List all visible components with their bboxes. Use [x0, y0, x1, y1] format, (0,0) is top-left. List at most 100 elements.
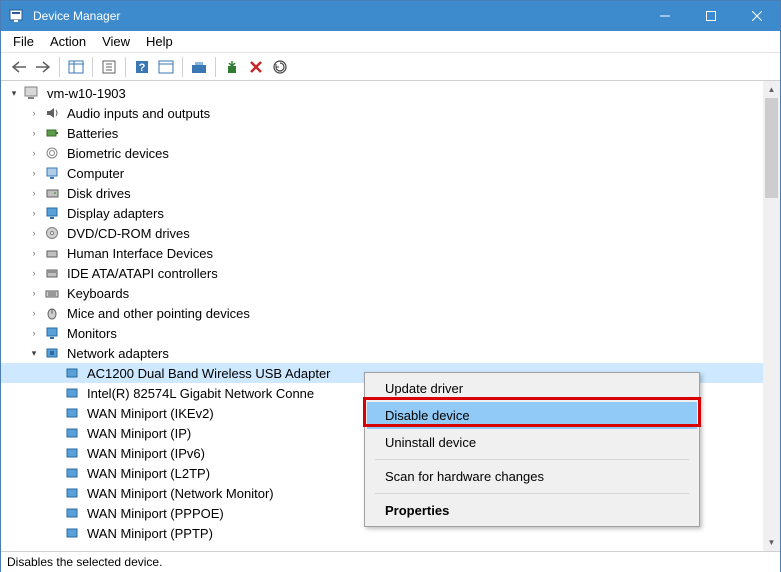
adapter-icon — [63, 505, 81, 521]
chevron-right-icon[interactable]: › — [27, 208, 41, 218]
ctx-properties[interactable]: Properties — [367, 497, 697, 524]
tree-category-audio[interactable]: › Audio inputs and outputs — [1, 103, 763, 123]
tree-label: Mice and other pointing devices — [65, 305, 252, 322]
tree-label: Network adapters — [65, 345, 171, 362]
menubar: File Action View Help — [1, 31, 780, 53]
ctx-separator — [375, 459, 689, 460]
tree-label: Intel(R) 82574L Gigabit Network Conne — [85, 385, 316, 402]
properties-button[interactable] — [97, 55, 121, 79]
adapter-icon — [63, 425, 81, 441]
chevron-right-icon[interactable]: › — [27, 228, 41, 238]
tree-label: Computer — [65, 165, 126, 182]
tree-label: WAN Miniport (PPTP) — [85, 525, 215, 542]
context-menu: Update driver Disable device Uninstall d… — [364, 372, 700, 527]
chevron-right-icon[interactable]: › — [27, 148, 41, 158]
disk-icon — [43, 185, 61, 201]
scan-button[interactable] — [154, 55, 178, 79]
tree-label: DVD/CD-ROM drives — [65, 225, 192, 242]
tree-category-batteries[interactable]: › Batteries — [1, 123, 763, 143]
adapter-icon — [63, 365, 81, 381]
mouse-icon — [43, 305, 61, 321]
chevron-down-icon[interactable]: ▾ — [7, 88, 21, 99]
hid-icon — [43, 245, 61, 261]
adapter-icon — [63, 465, 81, 481]
scroll-up-icon[interactable]: ▲ — [763, 81, 780, 98]
tree-category-keyboards[interactable]: › Keyboards — [1, 283, 763, 303]
toolbar-separator — [92, 57, 93, 77]
tree-label: AC1200 Dual Band Wireless USB Adapter — [85, 365, 333, 382]
tree-category-dvd[interactable]: › DVD/CD-ROM drives — [1, 223, 763, 243]
tree-label: Biometric devices — [65, 145, 171, 162]
help-button[interactable]: ? — [130, 55, 154, 79]
scroll-thumb[interactable] — [765, 98, 778, 198]
tree-category-computer[interactable]: › Computer — [1, 163, 763, 183]
enable-device-button[interactable] — [220, 55, 244, 79]
scroll-down-icon[interactable]: ▼ — [763, 534, 780, 551]
adapter-icon — [63, 385, 81, 401]
computer-icon — [23, 85, 41, 101]
chevron-right-icon[interactable]: › — [27, 188, 41, 198]
tree-label: Batteries — [65, 125, 120, 142]
tree-label: WAN Miniport (Network Monitor) — [85, 485, 276, 502]
ctx-scan-hardware[interactable]: Scan for hardware changes — [367, 463, 697, 490]
tree-label: Disk drives — [65, 185, 133, 202]
show-hide-tree-button[interactable] — [64, 55, 88, 79]
back-button[interactable] — [7, 55, 31, 79]
status-text: Disables the selected device. — [7, 555, 162, 569]
tree-root[interactable]: ▾ vm-w10-1903 — [1, 83, 763, 103]
display-icon — [43, 325, 61, 341]
chevron-right-icon[interactable]: › — [27, 328, 41, 338]
chevron-right-icon[interactable]: › — [27, 248, 41, 258]
tree-label: Keyboards — [65, 285, 131, 302]
tree-label: WAN Miniport (IP) — [85, 425, 193, 442]
tree-label: WAN Miniport (IPv6) — [85, 445, 207, 462]
menu-action[interactable]: Action — [42, 32, 94, 51]
svg-text:?: ? — [139, 62, 146, 74]
tree-label: Monitors — [65, 325, 119, 342]
scan-hardware-button[interactable] — [268, 55, 292, 79]
titlebar: Device Manager — [1, 1, 780, 31]
tree-label: Display adapters — [65, 205, 166, 222]
chevron-right-icon[interactable]: › — [27, 108, 41, 118]
uninstall-device-button[interactable] — [244, 55, 268, 79]
tree-label: WAN Miniport (IKEv2) — [85, 405, 216, 422]
speaker-icon — [43, 105, 61, 121]
tree-category-ide[interactable]: ›IDE ATA/ATAPI controllers — [1, 263, 763, 283]
tree-category-hid[interactable]: › Human Interface Devices — [1, 243, 763, 263]
tree-label: WAN Miniport (L2TP) — [85, 465, 212, 482]
adapter-icon — [63, 405, 81, 421]
toolbar-separator — [215, 57, 216, 77]
menu-file[interactable]: File — [5, 32, 42, 51]
maximize-button[interactable] — [688, 1, 734, 31]
tree-category-disk[interactable]: › Disk drives — [1, 183, 763, 203]
battery-icon — [43, 125, 61, 141]
fingerprint-icon — [43, 145, 61, 161]
ctx-disable-device[interactable]: Disable device — [367, 402, 697, 429]
chevron-right-icon[interactable]: › — [27, 288, 41, 298]
update-driver-button[interactable] — [187, 55, 211, 79]
tree-category-display[interactable]: › Display adapters — [1, 203, 763, 223]
tree-category-network[interactable]: ▾ Network adapters — [1, 343, 763, 363]
tree-label: Audio inputs and outputs — [65, 105, 212, 122]
close-button[interactable] — [734, 1, 780, 31]
pc-icon — [43, 165, 61, 181]
tree-category-monitors[interactable]: › Monitors — [1, 323, 763, 343]
tree-category-biometric[interactable]: › Biometric devices — [1, 143, 763, 163]
disc-icon — [43, 225, 61, 241]
minimize-button[interactable] — [642, 1, 688, 31]
chevron-down-icon[interactable]: ▾ — [27, 348, 41, 359]
menu-help[interactable]: Help — [138, 32, 181, 51]
forward-button[interactable] — [31, 55, 55, 79]
chevron-right-icon[interactable]: › — [27, 128, 41, 138]
chevron-right-icon[interactable]: › — [27, 168, 41, 178]
tree-label: WAN Miniport (PPPOE) — [85, 505, 226, 522]
ctx-update-driver[interactable]: Update driver — [367, 375, 697, 402]
menu-view[interactable]: View — [94, 32, 138, 51]
tree-root-label: vm-w10-1903 — [45, 85, 128, 102]
chevron-right-icon[interactable]: › — [27, 268, 41, 278]
tree-category-mice[interactable]: › Mice and other pointing devices — [1, 303, 763, 323]
vertical-scrollbar[interactable]: ▲ ▼ — [763, 81, 780, 551]
chevron-right-icon[interactable]: › — [27, 308, 41, 318]
ctx-uninstall-device[interactable]: Uninstall device — [367, 429, 697, 456]
tree-label: Human Interface Devices — [65, 245, 215, 262]
